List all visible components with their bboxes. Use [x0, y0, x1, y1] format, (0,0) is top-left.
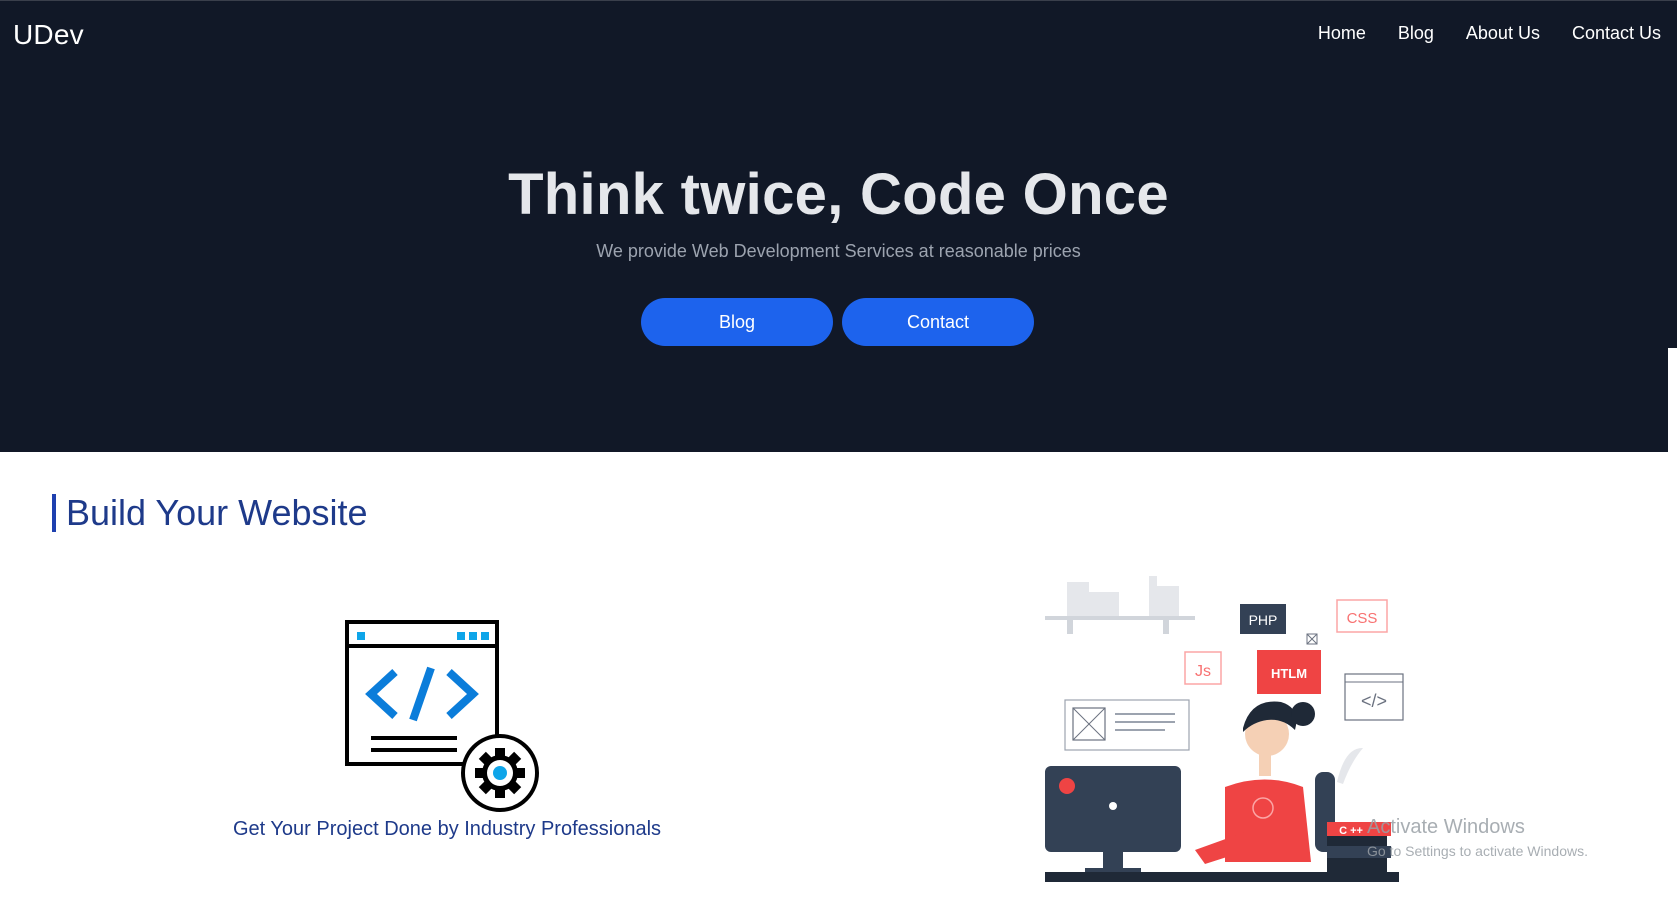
- code-label: </>: [1361, 691, 1387, 711]
- contact-button[interactable]: Contact: [842, 298, 1034, 346]
- php-label: PHP: [1249, 612, 1278, 628]
- cpp-label: C ++: [1339, 825, 1363, 837]
- nav-contact-link[interactable]: Contact Us: [1572, 23, 1661, 44]
- hero-title: Think twice, Code Once: [508, 162, 1169, 227]
- nav-home-link[interactable]: Home: [1318, 23, 1366, 44]
- css-label: CSS: [1347, 610, 1378, 627]
- brand-logo[interactable]: UDev: [13, 19, 84, 51]
- monitor-illustration: [1045, 766, 1181, 874]
- html-label: HTLM: [1271, 666, 1307, 681]
- watermark-title: Activate Windows: [1367, 816, 1525, 838]
- developer-person: [1195, 701, 1335, 864]
- section-accent-bar: [52, 494, 56, 532]
- watermark-subtitle: Go to Settings to activate Windows.: [1367, 843, 1588, 859]
- main-nav: Home Blog About Us Contact Us: [1286, 23, 1661, 44]
- hero-subtitle: We provide Web Development Services at r…: [596, 241, 1081, 261]
- shelf-illustration: [1045, 576, 1195, 634]
- hero-section: UDev Home Blog About Us Contact Us Think…: [0, 0, 1677, 452]
- scrollbar-track[interactable]: [1668, 348, 1677, 908]
- section-caption: Get Your Project Done by Industry Profes…: [233, 818, 662, 840]
- js-label: Js: [1195, 663, 1211, 680]
- page: UDev Home Blog About Us Contact Us Think…: [0, 0, 1677, 908]
- hero-buttons: Blog Contact: [641, 298, 1034, 346]
- section-title: Build Your Website: [66, 492, 368, 533]
- nav-about-link[interactable]: About Us: [1466, 23, 1540, 44]
- blog-button[interactable]: Blog: [641, 298, 833, 346]
- windows-activation-watermark: Activate Windows Go to Settings to activ…: [1367, 816, 1588, 859]
- code-window-icon: [345, 620, 539, 812]
- nav-blog-link[interactable]: Blog: [1398, 23, 1434, 44]
- developer-illustration: PHP CSS Js HTLM </> C ++: [1045, 576, 1404, 882]
